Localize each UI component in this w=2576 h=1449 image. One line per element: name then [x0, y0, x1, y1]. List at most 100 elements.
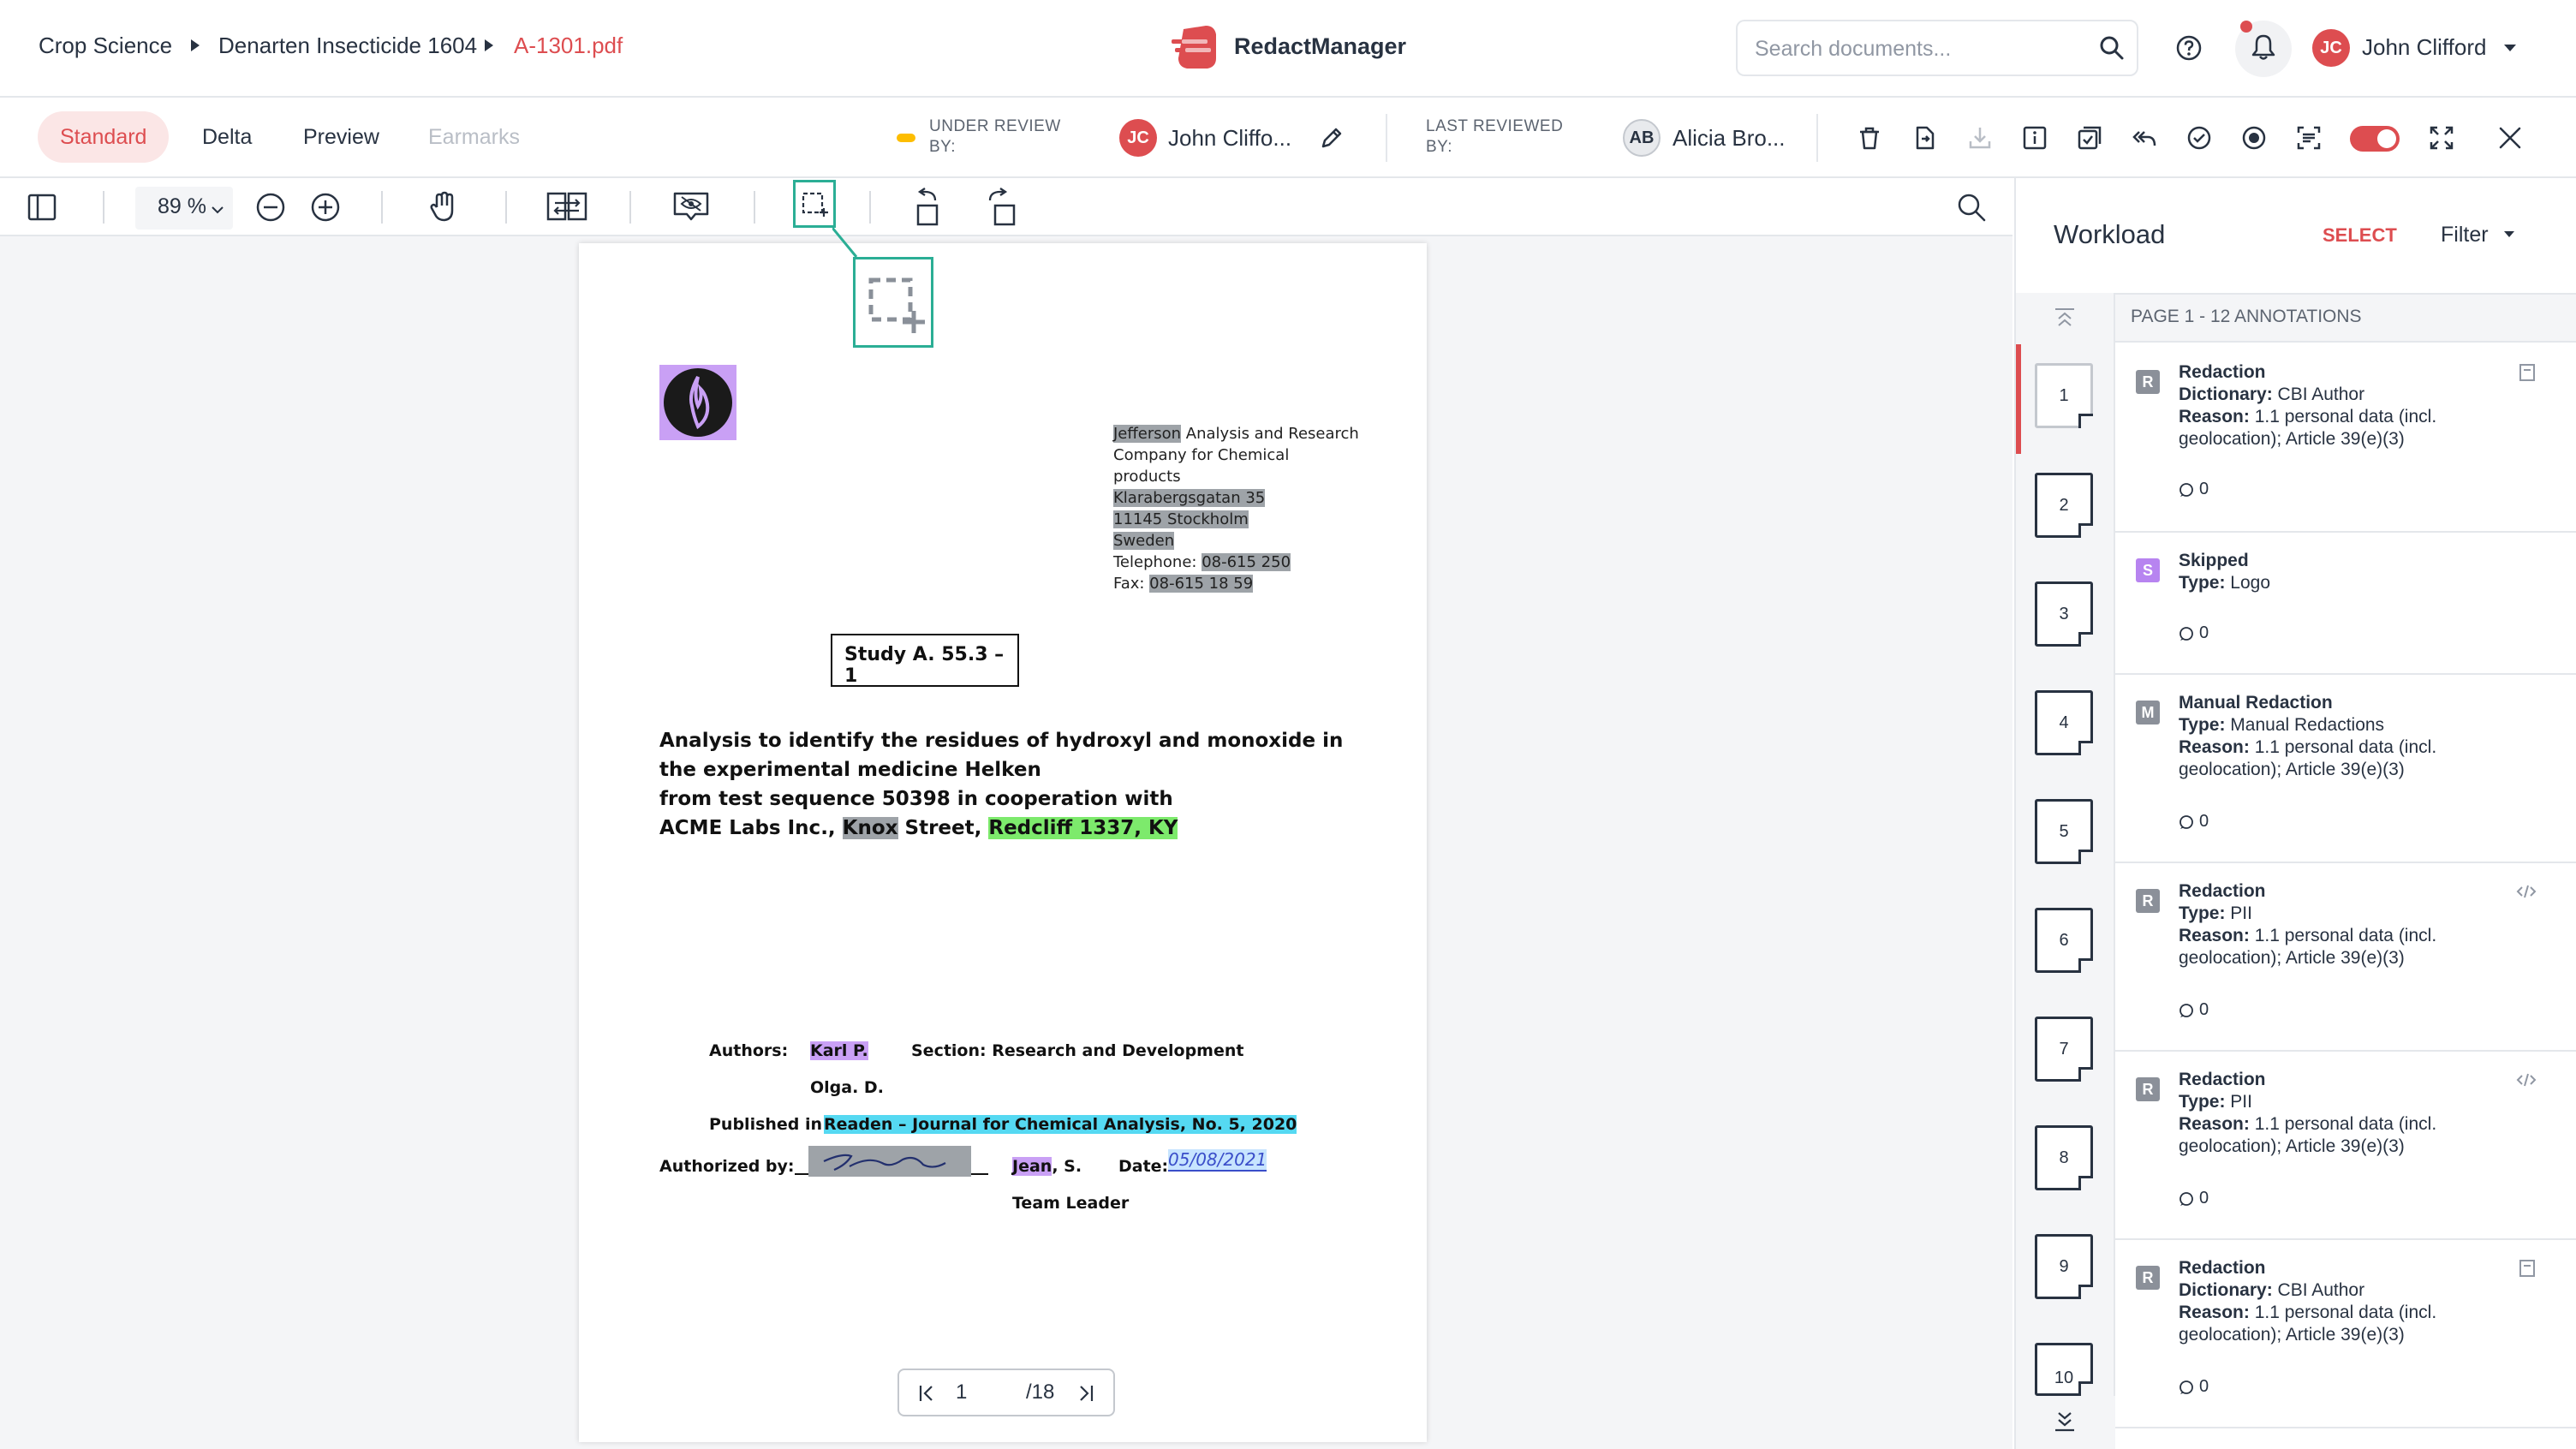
annotation-type-badge: R	[2136, 370, 2160, 394]
help-icon[interactable]	[2172, 31, 2206, 65]
comments-count[interactable]: 0	[2179, 1000, 2209, 1020]
publication-text[interactable]: Readen – Journal for Chemical Analysis, …	[824, 1115, 1297, 1134]
info-icon[interactable]	[2022, 125, 2048, 151]
chevron-down-icon[interactable]	[2504, 45, 2516, 51]
search-box	[1736, 20, 2138, 76]
address-line: Klarabergsgatan 35	[1113, 487, 1266, 509]
search-in-document-icon[interactable]	[1956, 192, 1987, 223]
redacted-text[interactable]: Knox	[842, 817, 898, 839]
tab-earmarks: Earmarks	[428, 124, 520, 149]
breadcrumb-item-dossier[interactable]: Denarten Insecticide 1604	[218, 33, 477, 59]
first-page-icon[interactable]	[918, 1384, 937, 1407]
toggle-sidebar-icon[interactable]	[27, 194, 57, 221]
filter-button[interactable]: Filter	[2441, 223, 2489, 247]
reply-all-icon[interactable]	[2132, 125, 2157, 151]
last-page-icon[interactable]	[1076, 1384, 1094, 1407]
signature-redaction[interactable]	[808, 1146, 971, 1177]
workload-title: Workload	[2054, 219, 2166, 249]
page-navigator: 1 /18	[897, 1368, 1115, 1416]
close-icon[interactable]	[2497, 125, 2523, 151]
record-icon[interactable]	[2241, 125, 2267, 151]
annotation-details: Redaction Dictionary: CBI Author Reason:…	[2179, 362, 2437, 449]
approve-check-icon[interactable]	[2186, 125, 2212, 151]
highlighted-text[interactable]: Redcliff 1337, KY	[988, 817, 1178, 839]
breadcrumb-separator-icon	[191, 39, 200, 51]
page-thumbnail[interactable]: 3	[2035, 581, 2093, 647]
search-icon[interactable]	[2099, 35, 2125, 65]
comments-count[interactable]: 0	[2179, 623, 2209, 643]
redacted-text[interactable]: 08-615 250	[1202, 553, 1291, 571]
breadcrumb-item-crop-science[interactable]: Crop Science	[39, 33, 172, 59]
search-input[interactable]	[1755, 33, 2089, 64]
last-reviewer-name[interactable]: Alicia Bro...	[1673, 125, 1786, 152]
redacted-text[interactable]: 11145 Stockholm	[1113, 510, 1249, 528]
page-thumbnail[interactable]: 5	[2035, 799, 2093, 864]
comments-count[interactable]: 0	[2179, 480, 2209, 499]
scroll-to-top-icon[interactable]	[2052, 307, 2078, 335]
hide-annotations-icon[interactable]	[671, 190, 711, 223]
tab-preview[interactable]: Preview	[281, 111, 402, 163]
fullscreen-icon[interactable]	[2429, 125, 2454, 151]
company-logo[interactable]	[659, 365, 736, 440]
comments-count[interactable]: 0	[2179, 1377, 2209, 1397]
user-name[interactable]: John Clifford	[2362, 34, 2487, 61]
reviewer-avatar[interactable]: JC	[1119, 119, 1157, 157]
compare-pages-icon[interactable]	[546, 190, 587, 223]
zoom-out-icon[interactable]	[255, 192, 286, 223]
page-thumbnail[interactable]: 8	[2035, 1125, 2093, 1190]
redacted-text[interactable]: Jean	[1012, 1157, 1052, 1176]
redacted-text[interactable]: Klarabergsgatan 35	[1113, 489, 1266, 507]
comments-count[interactable]: 0	[2179, 1189, 2209, 1208]
redacted-text[interactable]: 08-615 18 59	[1149, 575, 1254, 593]
signature-date[interactable]: 05/08/2021	[1168, 1149, 1267, 1172]
comment-icon	[2179, 1380, 2193, 1394]
area-select-tool-button[interactable]	[793, 180, 836, 228]
author-name[interactable]: Karl P.	[810, 1041, 868, 1060]
chevron-down-icon[interactable]	[2504, 231, 2514, 237]
zoom-in-icon[interactable]	[310, 192, 341, 223]
edit-reviewer-icon[interactable]	[1319, 125, 1345, 155]
breadcrumb-item-file[interactable]: A-1301.pdf	[514, 33, 623, 59]
page-thumbnail[interactable]: 7	[2035, 1017, 2093, 1082]
export-file-icon[interactable]	[1912, 125, 1938, 151]
comments-count[interactable]: 0	[2179, 812, 2209, 832]
chevron-down-icon	[212, 203, 224, 218]
pan-hand-icon[interactable]	[428, 190, 459, 223]
annotation-item[interactable]: S Skipped Type: Logo 0	[2115, 533, 2576, 675]
page-thumbnail[interactable]: 10	[2035, 1343, 2093, 1396]
annotation-item[interactable]: R Redaction Dictionary: CBI Author Reaso…	[2115, 1240, 2576, 1428]
current-page-input[interactable]: 1	[956, 1380, 967, 1404]
scroll-to-bottom-icon[interactable]	[2052, 1408, 2078, 1438]
delete-icon[interactable]	[1857, 125, 1882, 151]
reviewer-name[interactable]: John Cliffo...	[1168, 125, 1291, 152]
annotation-item[interactable]: R Redaction Type: PII Reason: 1.1 person…	[2115, 863, 2576, 1052]
page-thumbnail[interactable]: 2	[2035, 473, 2093, 538]
app-name: RedactManager	[1234, 33, 1407, 59]
annotation-item[interactable]: R Redaction Dictionary: CBI Author Reaso…	[2115, 344, 2576, 533]
tab-delta[interactable]: Delta	[180, 111, 274, 163]
annotation-item[interactable]: M Manual Redaction Type: Manual Redactio…	[2115, 675, 2576, 863]
rotate-left-icon[interactable]	[915, 187, 947, 226]
tab-standard[interactable]: Standard	[38, 111, 170, 163]
toolbar-divider	[629, 191, 631, 224]
user-avatar[interactable]: JC	[2312, 29, 2350, 67]
compare-icon[interactable]	[2077, 125, 2102, 151]
page-thumbnail[interactable]: 1	[2035, 363, 2093, 428]
total-pages: /18	[1026, 1380, 1055, 1404]
page-thumbnail[interactable]: 6	[2035, 908, 2093, 973]
rotate-right-icon[interactable]	[985, 187, 1017, 226]
page-thumbnail[interactable]: 9	[2035, 1234, 2093, 1299]
last-reviewer-avatar[interactable]: AB	[1623, 119, 1661, 157]
page-thumbnail[interactable]: 4	[2035, 690, 2093, 755]
redacted-text[interactable]: Sweden	[1113, 532, 1175, 550]
redacted-text[interactable]: Jefferson	[1113, 425, 1182, 443]
comment-icon	[2179, 814, 2193, 829]
comment-icon	[2179, 482, 2193, 497]
select-button[interactable]: SELECT	[2323, 224, 2397, 247]
annotation-item[interactable]: R Redaction Type: PII Reason: 1.1 person…	[2115, 1052, 2576, 1240]
scan-text-icon[interactable]	[2296, 125, 2322, 151]
toolbar-divider	[505, 191, 507, 224]
study-box: Study A. 55.3 – 1	[831, 634, 1019, 687]
annotation-type-badge: R	[2136, 889, 2160, 913]
toggle-switch[interactable]	[2350, 126, 2400, 152]
